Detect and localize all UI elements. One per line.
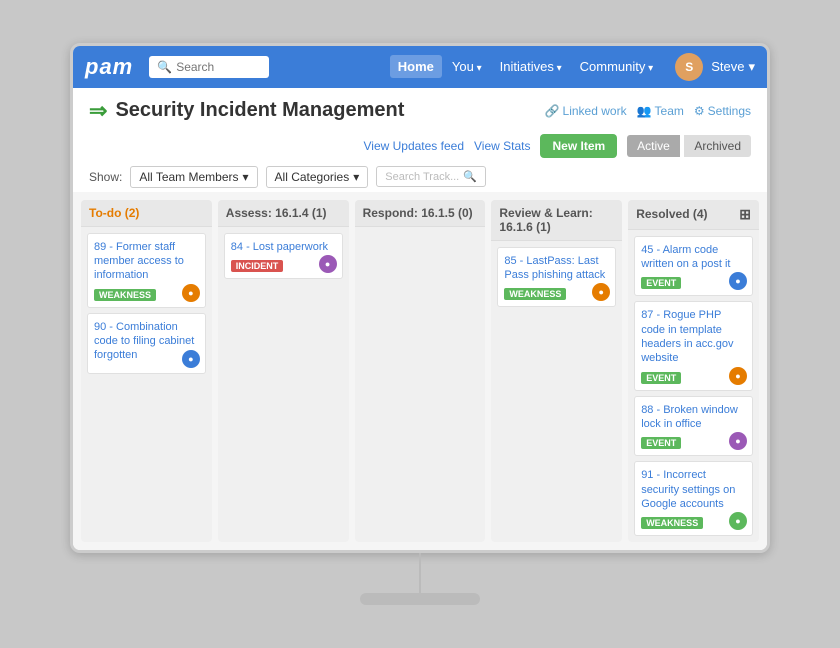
avatar: ●: [319, 255, 337, 273]
table-row[interactable]: 45 - Alarm code written on a post it EVEN…: [634, 236, 753, 297]
nav-link-initiatives[interactable]: Initiatives: [492, 55, 570, 78]
avatar: ●: [729, 512, 747, 530]
new-item-button[interactable]: New Item: [540, 134, 617, 158]
nav-logo: pam: [85, 54, 133, 80]
view-stats-button[interactable]: View Stats: [474, 139, 530, 153]
kanban-col-header-todo: To-do (2): [81, 200, 212, 227]
view-updates-button[interactable]: View Updates feed: [363, 139, 464, 153]
user-dropdown-icon: ▾: [748, 59, 755, 75]
avatar: ●: [182, 284, 200, 302]
card-title: 85 - LastPass: Last Pass phishing attack: [504, 254, 609, 283]
kanban-col-respond: Respond: 16.1.5 (0): [355, 200, 486, 542]
page-icon: ⇒: [89, 98, 107, 124]
chevron-down-icon: ▾: [243, 170, 249, 184]
status-badge: WEAKNESS: [504, 288, 566, 300]
navbar: pam 🔍 Home You Initiatives Community S S…: [73, 46, 767, 88]
kanban-cards-review: 85 - LastPass: Last Pass phishing attack…: [491, 241, 622, 314]
page-top-actions: 🔗 Linked work 👥 Team ⚙ Settings: [545, 104, 751, 118]
monitor-stand: [419, 553, 421, 593]
avatar: ●: [182, 350, 200, 368]
avatar: ●: [729, 367, 747, 385]
kanban-col-header-respond: Respond: 16.1.5 (0): [355, 200, 486, 227]
active-archived-toggle: Active Archived: [627, 135, 751, 157]
filters-bar: Show: All Team Members ▾ All Categories …: [73, 162, 767, 192]
monitor-wrapper: pam 🔍 Home You Initiatives Community S S…: [70, 43, 770, 605]
status-badge: WEAKNESS: [94, 289, 156, 301]
status-badge: INCIDENT: [231, 260, 284, 272]
kanban-col-header-review: Review & Learn: 16.1.6 (1): [491, 200, 622, 241]
team-icon: 👥: [637, 104, 652, 118]
card-title: 88 - Broken window lock in office: [641, 403, 746, 432]
kanban-col-review: Review & Learn: 16.1.6 (1) 85 - LastPass:…: [491, 200, 622, 542]
nav-link-home[interactable]: Home: [390, 55, 442, 78]
card-title: 84 - Lost paperwork: [231, 240, 336, 254]
nav-search-box[interactable]: 🔍: [149, 56, 269, 78]
table-row[interactable]: 84 - Lost paperwork INCIDENT ●: [224, 233, 343, 279]
page-title-area: ⇒ Security Incident Management: [89, 98, 404, 124]
show-label: Show:: [89, 170, 122, 184]
monitor-screen: pam 🔍 Home You Initiatives Community S S…: [70, 43, 770, 553]
categories-filter[interactable]: All Categories ▾: [266, 166, 369, 188]
card-title: 89 - Former staff member access to infor…: [94, 240, 199, 283]
status-badge: EVENT: [641, 277, 681, 289]
nav-link-you[interactable]: You: [444, 55, 490, 78]
avatar: ●: [729, 272, 747, 290]
table-row[interactable]: 88 - Broken window lock in office EVENT ●: [634, 396, 753, 457]
nav-link-community[interactable]: Community: [572, 55, 662, 78]
kanban-board: To-do (2) 89 - Former staff member access…: [73, 192, 767, 550]
monitor-base: [360, 593, 480, 605]
track-search[interactable]: Search Track... 🔍: [376, 166, 486, 187]
kanban-col-resolved: Resolved (4)⊞ 45 - Alarm code written on …: [628, 200, 759, 542]
search-icon: 🔍: [463, 170, 477, 183]
status-badge: WEAKNESS: [641, 517, 703, 529]
linked-work-button[interactable]: 🔗 Linked work: [545, 104, 627, 118]
table-row[interactable]: 87 - Rogue PHP code in template headers …: [634, 301, 753, 390]
kanban-col-todo: To-do (2) 89 - Former staff member access…: [81, 200, 212, 542]
kanban-col-header-assess: Assess: 16.1.4 (1): [218, 200, 349, 227]
active-button[interactable]: Active: [627, 135, 680, 157]
card-title: 87 - Rogue PHP code in template headers …: [641, 308, 746, 365]
avatar: ●: [729, 432, 747, 450]
table-row[interactable]: 85 - LastPass: Last Pass phishing attack…: [497, 247, 616, 308]
page-title: Security Incident Management: [115, 99, 404, 122]
add-resolved-icon[interactable]: ⊞: [739, 206, 751, 223]
table-row[interactable]: 89 - Former staff member access to infor…: [87, 233, 206, 308]
search-track-input[interactable]: Search Track...: [385, 171, 459, 183]
status-badge: EVENT: [641, 372, 681, 384]
link-icon: 🔗: [545, 104, 560, 118]
page-header: ⇒ Security Incident Management 🔗 Linked …: [73, 88, 767, 130]
team-members-filter[interactable]: All Team Members ▾: [130, 166, 257, 188]
toolbar: View Updates feed View Stats New Item Ac…: [73, 130, 767, 162]
table-row[interactable]: 90 - Combination code to filing cabinet …: [87, 313, 206, 374]
kanban-cards-resolved: 45 - Alarm code written on a post it EVEN…: [628, 230, 759, 542]
team-button[interactable]: 👥 Team: [637, 104, 684, 118]
kanban-cards-assess: 84 - Lost paperwork INCIDENT ●: [218, 227, 349, 285]
gear-icon: ⚙: [694, 104, 705, 118]
nav-links: Home You Initiatives Community: [390, 55, 661, 78]
kanban-col-header-resolved: Resolved (4)⊞: [628, 200, 759, 230]
archived-button[interactable]: Archived: [684, 135, 751, 157]
kanban-col-assess: Assess: 16.1.4 (1) 84 - Lost paperwork INC…: [218, 200, 349, 542]
card-title: 45 - Alarm code written on a post it: [641, 243, 746, 272]
kanban-cards-respond: [355, 227, 486, 239]
avatar: S: [675, 53, 703, 81]
kanban-cards-todo: 89 - Former staff member access to infor…: [81, 227, 212, 380]
search-input[interactable]: [176, 60, 266, 74]
avatar: ●: [592, 283, 610, 301]
settings-button[interactable]: ⚙ Settings: [694, 104, 751, 118]
chevron-down-icon: ▾: [353, 170, 359, 184]
status-badge: EVENT: [641, 437, 681, 449]
card-title: 91 - Incorrect security settings on Goog…: [641, 468, 746, 511]
nav-user-label[interactable]: Steve ▾: [711, 59, 755, 75]
search-icon: 🔍: [157, 60, 172, 74]
table-row[interactable]: 91 - Incorrect security settings on Goog…: [634, 461, 753, 536]
